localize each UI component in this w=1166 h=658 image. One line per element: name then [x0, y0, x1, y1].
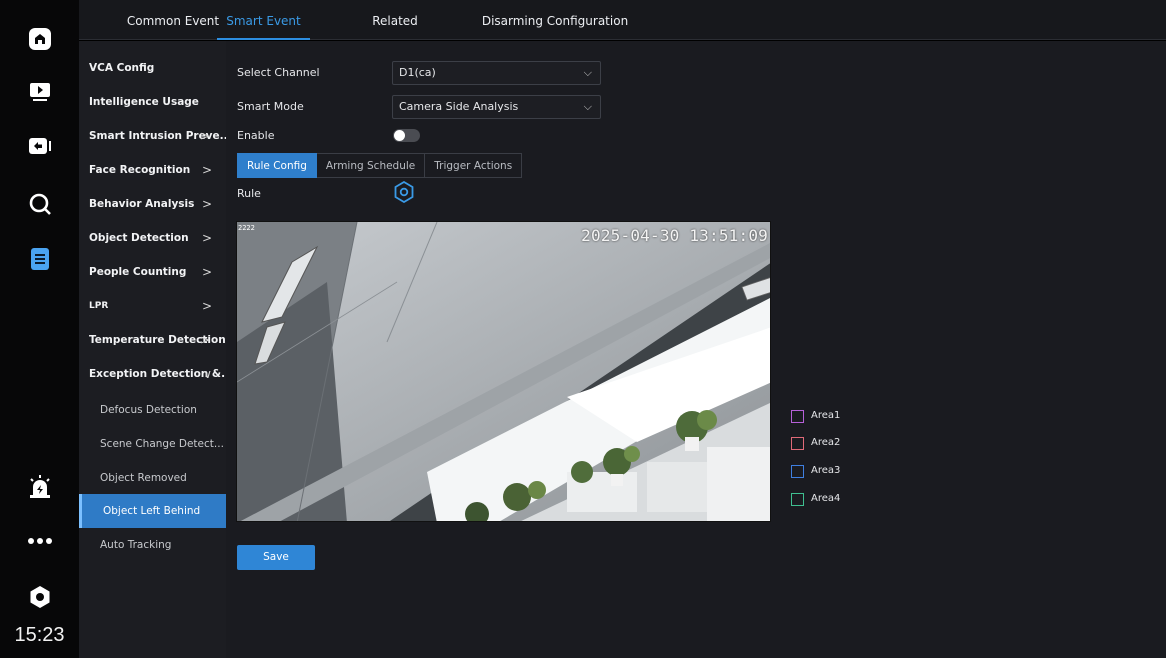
chevron-right-icon: > — [201, 231, 212, 245]
menu-item-behavior-analysis[interactable]: Behavior Analysis > — [79, 187, 226, 221]
menu-item-label: Object Detection — [89, 232, 189, 244]
menu-subitem-auto-tracking[interactable]: Auto Tracking — [79, 528, 226, 562]
area4-swatch — [791, 493, 804, 506]
area3-label: Area3 — [811, 465, 841, 476]
menu-item-label: Face Recognition — [89, 164, 191, 176]
clock: 15:23 — [14, 624, 65, 646]
smart-mode-select-value: Camera Side Analysis — [399, 100, 519, 113]
menu-item-smart-intrusion[interactable]: Smart Intrusion Preve... > — [79, 119, 226, 153]
backup-icon[interactable] — [27, 133, 53, 159]
menu-item-label: Intelligence Usage — [89, 96, 199, 108]
chevron-down-icon: ∨ — [203, 367, 212, 381]
smart-mode-label: Smart Mode — [237, 100, 304, 113]
area1-label: Area1 — [811, 410, 841, 421]
enable-label: Enable — [237, 129, 275, 142]
main-panel: Select Channel D1(ca) ⌵ Smart Mode Camer… — [226, 41, 1166, 658]
playback-icon[interactable] — [27, 79, 53, 105]
menu-item-label: LPR — [89, 301, 109, 311]
smart-mode-select[interactable]: Camera Side Analysis ⌵ — [392, 95, 601, 119]
menu-subitem-defocus-detection[interactable]: Defocus Detection — [79, 393, 226, 427]
menu-subitem-object-left-behind[interactable]: Object Left Behind — [79, 494, 226, 528]
tab-disarming-configuration[interactable]: Disarming Configuration — [479, 0, 631, 40]
menu-item-temperature-detection[interactable]: Temperature Detection > — [79, 323, 226, 357]
menu-item-label: Behavior Analysis — [89, 198, 195, 210]
chevron-down-icon: ⌵ — [583, 66, 592, 79]
chevron-down-icon: ⌵ — [583, 100, 592, 113]
area2-label: Area2 — [811, 437, 841, 448]
menu-item-people-counting[interactable]: People Counting > — [79, 255, 226, 289]
channel-select[interactable]: D1(ca) ⌵ — [392, 61, 601, 85]
select-channel-label: Select Channel — [237, 66, 320, 79]
chevron-right-icon: > — [201, 163, 212, 177]
tab-smart-event[interactable]: Smart Event — [217, 0, 310, 40]
menu-item-label: People Counting — [89, 266, 187, 278]
area4-label: Area4 — [811, 493, 841, 504]
channel-select-value: D1(ca) — [399, 66, 436, 79]
chevron-right-icon: > — [201, 197, 212, 211]
tab-common-event[interactable]: Common Event — [113, 0, 233, 40]
chevron-right-icon: > — [201, 265, 212, 279]
search-icon[interactable] — [27, 191, 53, 217]
settings-icon[interactable] — [27, 584, 53, 610]
menu-subitem-object-removed[interactable]: Object Removed — [79, 461, 226, 495]
area3-swatch — [791, 465, 804, 478]
left-rail: 15:23 — [0, 0, 79, 658]
subtab-rule-config[interactable]: Rule Config — [237, 153, 317, 178]
enable-toggle[interactable] — [393, 129, 420, 142]
subtab-arming-schedule[interactable]: Arming Schedule — [316, 153, 426, 178]
chevron-right-icon: > — [199, 333, 210, 347]
camera-scene — [237, 222, 770, 521]
menu-item-vca-config[interactable]: VCA Config — [79, 51, 226, 85]
config-subtabs: Rule Config Arming Schedule Trigger Acti… — [237, 153, 523, 178]
chevron-right-icon: > — [199, 129, 210, 143]
osd-channel-label: 2222 — [238, 224, 255, 232]
menu-item-lpr[interactable]: LPR > — [79, 289, 226, 323]
menu-item-exception-detection[interactable]: Exception Detection &... ∨ — [79, 357, 226, 391]
subtab-trigger-actions[interactable]: Trigger Actions — [425, 153, 523, 178]
menu-item-object-detection[interactable]: Object Detection > — [79, 221, 226, 255]
toggle-knob — [394, 130, 405, 141]
menu-item-label: VCA Config — [89, 62, 155, 74]
side-menu: VCA Config Intelligence Usage Smart Intr… — [79, 41, 226, 658]
osd-timestamp: 2025-04-30 13:51:09 — [581, 226, 768, 245]
smart-event-icon[interactable] — [27, 246, 53, 272]
area1-swatch — [791, 410, 804, 423]
video-preview[interactable]: 2222 2025-04-30 13:51:09 — [236, 221, 771, 522]
rule-label: Rule — [237, 187, 261, 200]
chevron-right-icon: > — [201, 299, 212, 313]
home-icon[interactable] — [27, 26, 53, 52]
menu-item-intelligence-usage[interactable]: Intelligence Usage — [79, 85, 226, 119]
area2-swatch — [791, 437, 804, 450]
rule-settings-icon[interactable] — [394, 180, 414, 206]
menu-subitem-scene-change[interactable]: Scene Change Detect... — [79, 427, 226, 461]
save-button[interactable]: Save — [237, 545, 315, 570]
alarm-icon[interactable] — [27, 473, 53, 499]
tab-related-configuration[interactable]: Related Configuration — [333, 0, 457, 70]
top-tab-bar: Common Event Smart Event Related Configu… — [79, 0, 1166, 70]
more-icon[interactable] — [27, 528, 53, 554]
menu-item-face-recognition[interactable]: Face Recognition > — [79, 153, 226, 187]
